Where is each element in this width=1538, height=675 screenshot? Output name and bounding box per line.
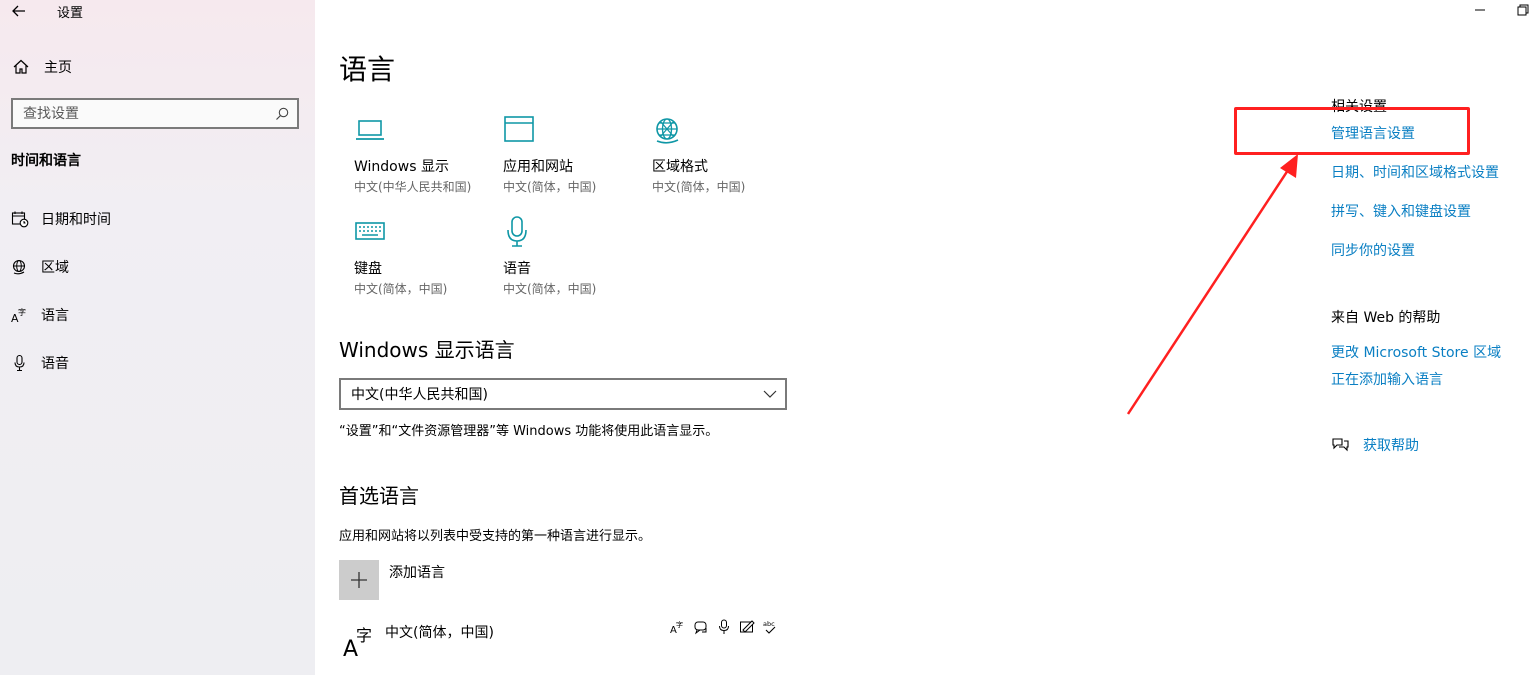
sidebar-item-language[interactable]: A 字 语言: [11, 303, 69, 327]
tile-title: 区域格式: [652, 159, 708, 175]
sidebar-item-date-time[interactable]: 日期和时间: [11, 207, 111, 231]
chat-help-icon: [1332, 438, 1349, 452]
language-list-item[interactable]: A 字 中文(简体，中国) A 字 abc: [339, 618, 789, 662]
tile-title: 应用和网站: [503, 159, 573, 175]
link-manage-language-settings[interactable]: 管理语言设置: [1331, 123, 1415, 143]
settings-window: 设置 主页 时间和语言 日期和时间: [0, 0, 1538, 675]
sidebar-item-label: 日期和时间: [41, 212, 111, 228]
svg-text:abc: abc: [763, 620, 775, 628]
handwriting-icon: [740, 620, 755, 633]
link-sync-settings[interactable]: 同步你的设置: [1331, 240, 1415, 260]
link-spelling-typing-keyboard[interactable]: 拼写、键入和键盘设置: [1331, 201, 1471, 221]
get-help-label: 获取帮助: [1363, 438, 1419, 454]
sidebar-section-title: 时间和语言: [11, 153, 81, 169]
browser-window-icon: [504, 116, 534, 142]
svg-text:字: 字: [18, 307, 26, 317]
preferred-languages-heading: 首选语言: [339, 484, 419, 508]
text-to-speech-icon: [694, 621, 707, 635]
window-title: 设置: [57, 6, 84, 21]
tile-keyboard[interactable]: 键盘 中文(简体，中国): [354, 216, 504, 306]
language-icon: A 字: [11, 307, 26, 324]
search-input[interactable]: [23, 105, 253, 122]
tile-title: Windows 显示: [354, 159, 449, 175]
svg-text:字: 字: [356, 626, 372, 645]
tile-apps-websites[interactable]: 应用和网站 中文(简体，中国): [503, 114, 653, 204]
home-label: 主页: [44, 60, 72, 76]
tile-regional-format[interactable]: 区域格式 中文(简体，中国): [652, 114, 802, 204]
home-nav-item[interactable]: 主页: [11, 56, 72, 78]
sidebar-item-region[interactable]: 区域: [11, 255, 69, 279]
microphone-icon: [507, 216, 527, 247]
back-button[interactable]: [8, 0, 30, 22]
get-help-link[interactable]: 获取帮助: [1331, 435, 1419, 455]
tile-windows-display[interactable]: Windows 显示 中文(中华人民共和国): [354, 114, 504, 204]
minimize-button[interactable]: [1470, 0, 1490, 20]
tile-subtitle: 中文(简体，中国): [652, 180, 746, 194]
related-settings-heading: 相关设置: [1331, 99, 1387, 115]
link-adding-input-language[interactable]: 正在添加输入语言: [1331, 369, 1443, 389]
tile-speech[interactable]: 语音 中文(简体，中国): [503, 216, 653, 306]
page-title: 语言: [339, 53, 396, 86]
globe-format-icon: [656, 118, 679, 144]
tile-subtitle: 中文(简体，中国): [503, 180, 597, 194]
display-language-icon: A 字: [670, 620, 683, 635]
web-help-heading: 来自 Web 的帮助: [1331, 310, 1441, 326]
display-language-heading: Windows 显示语言: [339, 338, 515, 362]
preferred-languages-description: 应用和网站将以列表中受支持的第一种语言进行显示。: [339, 529, 652, 544]
keyboard-icon: [355, 222, 385, 240]
language-glyph-icon: A 字: [343, 626, 372, 658]
tile-subtitle: 中文(中华人民共和国): [354, 180, 472, 194]
tile-title: 语音: [503, 261, 531, 277]
svg-text:字: 字: [676, 620, 683, 629]
back-arrow-icon: [12, 5, 25, 17]
search-box[interactable]: [11, 98, 299, 129]
language-name: 中文(简体，中国): [385, 625, 494, 641]
sidebar-item-label: 语言: [41, 308, 69, 324]
add-language-button[interactable]: 添加语言: [339, 560, 445, 600]
restore-button[interactable]: [1514, 0, 1534, 20]
microphone-icon: [14, 354, 25, 372]
tile-title: 键盘: [354, 261, 382, 277]
speech-recognition-icon: [719, 619, 729, 634]
sidebar-item-label: 语音: [41, 356, 69, 372]
home-icon: [13, 59, 29, 74]
link-date-time-region-settings[interactable]: 日期、时间和区域格式设置: [1331, 162, 1499, 182]
search-icon[interactable]: [274, 106, 290, 122]
tile-subtitle: 中文(简体，中国): [503, 282, 597, 296]
minimize-icon: [1475, 9, 1485, 11]
link-change-store-region[interactable]: 更改 Microsoft Store 区域: [1331, 342, 1501, 362]
dropdown-selected-value: 中文(中华人民共和国): [351, 387, 488, 403]
globe-region-icon: [12, 259, 26, 275]
sidebar-item-label: 区域: [41, 260, 69, 276]
plus-icon: [351, 572, 367, 588]
chevron-down-icon: [763, 390, 777, 398]
sidebar: 设置 主页 时间和语言 日期和时间: [0, 0, 315, 675]
display-language-description: “设置”和“文件资源管理器”等 Windows 功能将使用此语言显示。: [339, 424, 719, 439]
spellcheck-icon: abc: [763, 620, 776, 634]
add-language-label: 添加语言: [389, 565, 445, 581]
display-language-dropdown[interactable]: 中文(中华人民共和国): [339, 378, 787, 410]
restore-icon: [1517, 4, 1529, 16]
calendar-clock-icon: [11, 211, 29, 228]
laptop-icon: [356, 120, 384, 140]
tile-subtitle: 中文(简体，中国): [354, 282, 448, 296]
sidebar-item-speech[interactable]: 语音: [11, 351, 69, 375]
